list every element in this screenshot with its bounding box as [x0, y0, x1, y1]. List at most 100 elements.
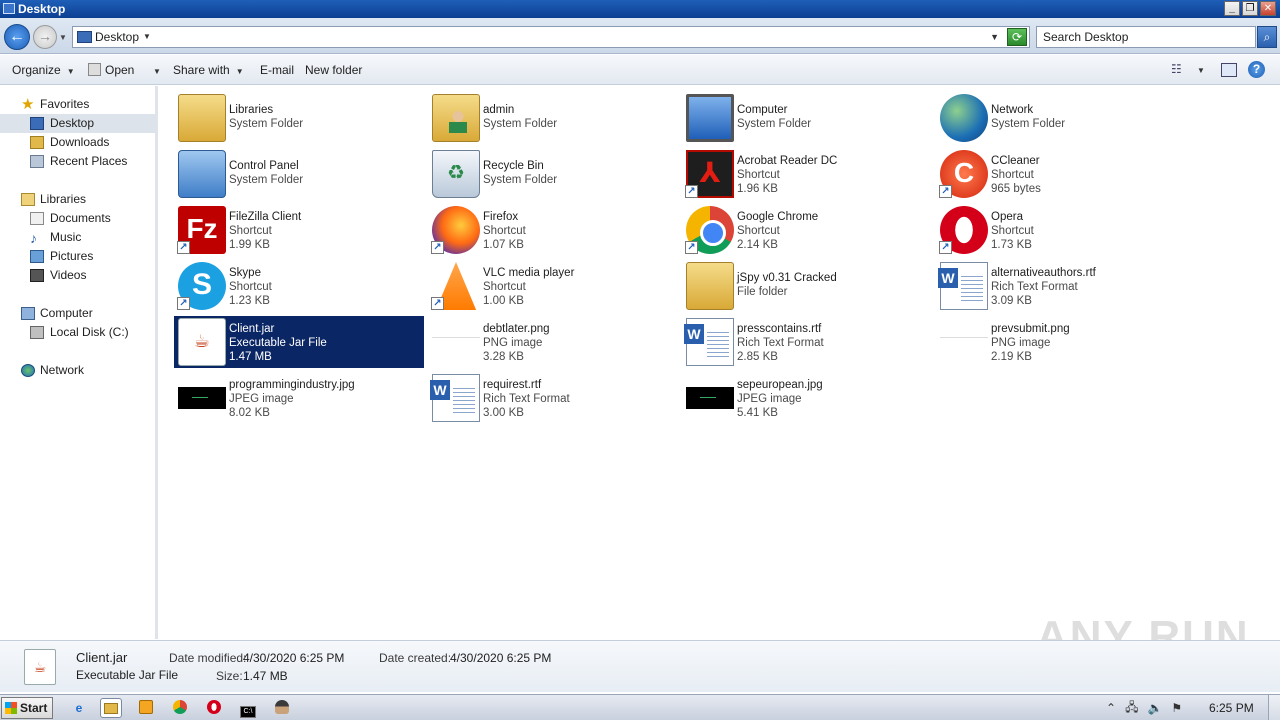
nav-recent-places[interactable]: Recent Places [0, 152, 156, 171]
new-folder-button[interactable]: New folder [305, 63, 362, 77]
nav-downloads[interactable]: Downloads [0, 133, 156, 152]
search-icon[interactable]: ⌕ [1257, 26, 1277, 48]
file-item-filezilla[interactable]: Fz ↗ FileZilla Client Shortcut 1.99 KB [174, 204, 424, 256]
disk-icon [30, 326, 44, 339]
search-input[interactable]: Search Desktop [1036, 26, 1256, 48]
file-item-alternativeauthors[interactable]: alternativeauthors.rtf Rich Text Format 3.… [936, 260, 1186, 312]
file-item-firefox[interactable]: ↗ Firefox Shortcut 1.07 KB [428, 204, 678, 256]
nav-local-disk[interactable]: Local Disk (C:) [0, 323, 156, 342]
address-bar[interactable]: Desktop ▼ ▼ ⟳ [72, 26, 1030, 48]
help-icon[interactable]: ? [1248, 61, 1265, 78]
file-type: System Folder [229, 118, 304, 130]
file-item-vlc[interactable]: ↗ VLC media player Shortcut 1.00 KB [428, 260, 678, 312]
file-name: Opera [991, 211, 1023, 223]
desktop-icon [30, 117, 44, 130]
nav-network[interactable]: Network [0, 361, 156, 380]
file-item-debtlater[interactable]: debtlater.png PNG image 3.28 KB [428, 316, 678, 368]
file-name: Skype [229, 267, 261, 279]
restore-button[interactable]: ❐ [1242, 1, 1258, 16]
downloads-icon [30, 136, 44, 149]
explorer-icon[interactable] [100, 698, 122, 718]
nav-desktop[interactable]: Desktop [0, 114, 156, 133]
volume-icon[interactable]: 🔈 [1147, 701, 1162, 715]
file-type: File folder [737, 286, 788, 298]
close-button[interactable]: ✕ [1260, 1, 1276, 16]
nav-music[interactable]: ♪ Music [0, 228, 156, 247]
file-item-admin[interactable]: admin System Folder [428, 92, 678, 144]
breadcrumb-desktop[interactable]: Desktop [95, 30, 139, 44]
address-dropdown-icon[interactable]: ▼ [990, 32, 999, 42]
refresh-button[interactable]: ⟳ [1007, 28, 1027, 46]
organize-button[interactable]: Organize ▼ [12, 63, 75, 77]
file-item-requirest[interactable]: requirest.rtf Rich Text Format 3.00 KB [428, 372, 678, 424]
file-item-acrobat[interactable]: ⅄ ↗ Acrobat Reader DC Shortcut 1.96 KB [682, 148, 932, 200]
file-item-sepeuropean[interactable]: sepeuropean.jpg JPEG image 5.41 KB [682, 372, 932, 424]
nav-favorites[interactable]: ★ Favorites [0, 95, 156, 114]
word-document-icon [938, 262, 988, 310]
file-item-computer[interactable]: Computer System Folder [682, 92, 932, 144]
java-icon: ☕ [24, 649, 56, 685]
nav-libraries[interactable]: Libraries [0, 190, 156, 209]
breadcrumb-arrow-icon[interactable]: ▼ [143, 32, 151, 41]
file-type: Shortcut [991, 225, 1034, 237]
file-item-opera[interactable]: ↗ Opera Shortcut 1.73 KB [936, 204, 1186, 256]
file-item-presscontains[interactable]: presscontains.rtf Rich Text Format 2.85 KB [682, 316, 932, 368]
nav-documents[interactable]: Documents [0, 209, 156, 228]
file-item-chrome[interactable]: ↗ Google Chrome Shortcut 2.14 KB [682, 204, 932, 256]
nav-computer[interactable]: Computer [0, 304, 156, 323]
minimize-button[interactable]: _ [1224, 1, 1240, 16]
open-label: Open [105, 63, 135, 77]
file-type: Shortcut [483, 225, 526, 237]
file-item-client-jar[interactable]: ☕ Client.jar Executable Jar File 1.47 MB [174, 316, 424, 368]
nav-pictures[interactable]: Pictures [0, 247, 156, 266]
file-name: programmingindustry.jpg [229, 379, 355, 391]
command-prompt-icon[interactable]: C:\ [237, 698, 259, 718]
show-hidden-icons-icon[interactable]: ⌃ [1106, 701, 1116, 715]
title-bar: Desktop _ ❐ ✕ [0, 0, 1280, 18]
change-view-icon[interactable]: ☷ [1170, 61, 1186, 79]
start-button[interactable]: Start [1, 697, 53, 719]
chevron-down-icon: ▼ [235, 67, 244, 76]
file-item-skype[interactable]: S ↗ Skype Shortcut 1.23 KB [174, 260, 424, 312]
open-with-dropdown[interactable]: ▼ [147, 63, 161, 77]
nav-favorites-label: Favorites [40, 97, 90, 111]
email-button[interactable]: E-mail [260, 63, 294, 77]
file-item-jspy-folder[interactable]: jSpy v0.31 Cracked File folder [682, 260, 932, 312]
show-desktop-button[interactable] [1268, 695, 1280, 720]
file-item-recycle-bin[interactable]: ♻ Recycle Bin System Folder [428, 148, 678, 200]
user-folder-icon [432, 94, 480, 142]
network-status-icon[interactable]: 🖧 [1125, 698, 1138, 719]
file-item-control-panel[interactable]: Control Panel System Folder [174, 148, 424, 200]
open-button[interactable]: Open [88, 63, 134, 77]
action-center-flag-icon[interactable]: ⚑ [1171, 701, 1182, 715]
spy-agent-icon[interactable] [271, 698, 293, 718]
preview-pane-icon[interactable] [1221, 63, 1237, 77]
shortcut-arrow-icon: ↗ [177, 241, 190, 254]
internet-explorer-icon[interactable]: e [68, 698, 90, 718]
file-item-prevsubmit[interactable]: prevsubmit.png PNG image 2.19 KB [936, 316, 1186, 368]
control-panel-icon [178, 150, 226, 198]
file-name: Control Panel [229, 160, 299, 172]
file-name: Acrobat Reader DC [737, 155, 838, 167]
opera-icon[interactable] [203, 698, 225, 718]
shortcut-arrow-icon: ↗ [685, 241, 698, 254]
media-player-icon[interactable] [135, 698, 157, 718]
file-type: Executable Jar File [229, 337, 327, 349]
file-name: Computer [737, 104, 788, 116]
details-file-name: Client.jar [76, 650, 128, 665]
file-list: Libraries System Folder admin System Folde… [160, 86, 1280, 639]
file-item-ccleaner[interactable]: C ↗ CCleaner Shortcut 965 bytes [936, 148, 1186, 200]
file-item-programmingindustry[interactable]: programmingindustry.jpg JPEG image 8.02 KB [174, 372, 424, 424]
nav-videos[interactable]: Videos [0, 266, 156, 285]
view-options-dropdown-icon[interactable]: ▼ [1197, 66, 1205, 84]
chrome-icon[interactable] [169, 698, 191, 718]
back-button[interactable]: ← [4, 24, 30, 50]
recent-pages-dropdown-icon[interactable]: ▼ [59, 33, 67, 42]
file-item-network[interactable]: Network System Folder [936, 92, 1186, 144]
file-name: requirest.rtf [483, 379, 542, 391]
java-icon: ☕ [178, 318, 226, 366]
clock[interactable]: 6:25 PM [1209, 701, 1254, 715]
share-with-button[interactable]: Share with ▼ [173, 63, 244, 77]
forward-button[interactable]: → [33, 25, 57, 49]
file-item-libraries[interactable]: Libraries System Folder [174, 92, 424, 144]
